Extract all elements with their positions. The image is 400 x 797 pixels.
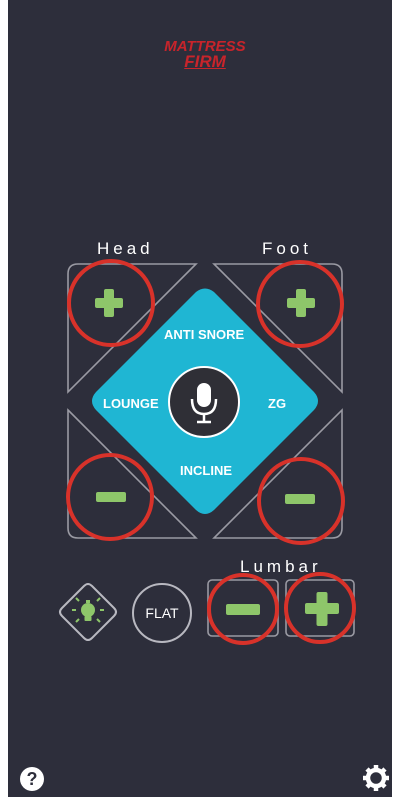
minus-icon: [96, 492, 126, 502]
preset-incline[interactable]: INCLINE: [180, 463, 232, 478]
plus-icon: [305, 592, 339, 626]
lumbar-up-button[interactable]: [284, 572, 356, 644]
lumbar-down-button[interactable]: [207, 573, 279, 645]
help-button[interactable]: ?: [20, 767, 44, 791]
preset-anti-snore[interactable]: ANTI SNORE: [164, 327, 244, 342]
preset-zg[interactable]: ZG: [268, 396, 286, 411]
microphone-button[interactable]: [168, 366, 240, 438]
plus-icon: [95, 289, 123, 317]
plus-icon: [287, 289, 315, 317]
microphone-icon: [190, 383, 218, 424]
flat-button[interactable]: FLAT: [132, 583, 192, 643]
minus-icon: [285, 494, 315, 504]
light-button[interactable]: [59, 583, 117, 641]
gear-icon[interactable]: [363, 765, 389, 791]
light-bulb-icon: [72, 597, 104, 623]
preset-lounge[interactable]: LOUNGE: [103, 396, 159, 411]
minus-icon: [226, 604, 260, 615]
